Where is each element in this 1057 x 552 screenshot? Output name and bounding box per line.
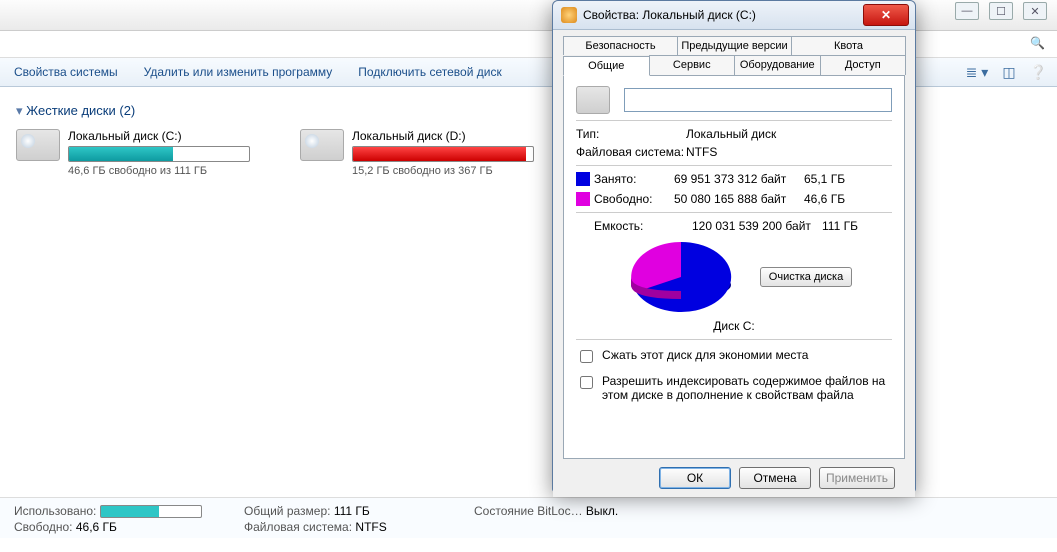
drive-usage-bar: [352, 146, 534, 162]
system-properties-link[interactable]: Свойства системы: [14, 65, 118, 79]
used-mini-bar: [100, 505, 202, 518]
capacity-gb: 111 ГБ: [822, 219, 882, 233]
used-color-swatch: [576, 172, 590, 186]
tab-general[interactable]: Общие: [563, 56, 650, 76]
index-checkbox[interactable]: [580, 376, 593, 389]
disk-cleanup-button[interactable]: Очистка диска: [760, 267, 852, 287]
type-value: Локальный диск: [686, 127, 892, 141]
close-button[interactable]: ✕: [863, 4, 909, 26]
ok-button[interactable]: ОК: [659, 467, 731, 489]
drive-icon: [16, 129, 60, 161]
dialog-title: Свойства: Локальный диск (C:): [583, 8, 756, 22]
drive-icon: [300, 129, 344, 161]
free-bytes: 50 080 165 888 байт: [674, 192, 804, 206]
total-value: 111 ГБ: [334, 504, 370, 518]
tab-quota[interactable]: Квота: [791, 36, 906, 55]
free-label: Свободно:: [594, 192, 674, 206]
search-icon[interactable]: 🔍: [1030, 36, 1045, 50]
help-icon[interactable]: ❔: [1030, 64, 1047, 81]
uninstall-program-link[interactable]: Удалить или изменить программу: [144, 65, 333, 79]
fs-value: NTFS: [686, 145, 892, 159]
drive-free-text: 46,6 ГБ свободно из 111 ГБ: [68, 165, 250, 177]
pie-label: Диск C:: [576, 319, 892, 333]
tab-security[interactable]: Безопасность: [563, 36, 678, 55]
free-label: Свободно:: [14, 520, 73, 534]
tab-panel-general: Тип: Локальный диск Файловая система: NT…: [563, 75, 905, 459]
drive-icon: [576, 86, 610, 114]
used-label: Использовано:: [14, 504, 96, 518]
fs-value: NTFS: [355, 520, 386, 534]
drive-icon: [561, 7, 577, 23]
index-label: Разрешить индексировать содержимое файло…: [602, 374, 892, 402]
bitlocker-value: Выкл.: [586, 504, 618, 518]
used-bytes: 69 951 373 312 байт: [674, 172, 804, 186]
used-gb: 65,1 ГБ: [804, 172, 864, 186]
drive-label: Локальный диск (C:): [68, 129, 250, 143]
apply-button[interactable]: Применить: [819, 467, 895, 489]
capacity-label: Емкость:: [594, 219, 692, 233]
tab-sharing[interactable]: Доступ: [820, 55, 907, 75]
minimize-icon[interactable]: —: [955, 2, 979, 20]
free-gb: 46,6 ГБ: [804, 192, 864, 206]
tab-previous-versions[interactable]: Предыдущие версии: [677, 36, 792, 55]
bitlocker-label: Состояние BitLoc…: [474, 504, 583, 518]
drive-item-c[interactable]: Локальный диск (C:) 46,6 ГБ свободно из …: [16, 129, 250, 177]
used-label: Занято:: [594, 172, 674, 186]
map-network-drive-link[interactable]: Подключить сетевой диск: [358, 65, 501, 79]
maximize-icon[interactable]: ☐: [989, 2, 1013, 20]
index-checkbox-row[interactable]: Разрешить индексировать содержимое файло…: [576, 374, 892, 402]
fs-label: Файловая система:: [244, 520, 352, 534]
compress-checkbox-row[interactable]: Сжать этот диск для экономии места: [576, 348, 892, 366]
close-icon[interactable]: ✕: [1023, 2, 1047, 20]
cancel-button[interactable]: Отмена: [739, 467, 811, 489]
dialog-titlebar[interactable]: Свойства: Локальный диск (C:) ✕: [553, 1, 915, 30]
tab-hardware[interactable]: Оборудование: [734, 55, 821, 75]
properties-dialog: Свойства: Локальный диск (C:) ✕ Безопасн…: [552, 0, 916, 492]
tab-tools[interactable]: Сервис: [649, 55, 736, 75]
view-options-icon[interactable]: ≣ ▾: [966, 64, 989, 81]
usage-pie-chart: [616, 237, 746, 317]
compress-checkbox[interactable]: [580, 350, 593, 363]
drive-label: Локальный диск (D:): [352, 129, 534, 143]
drive-item-d[interactable]: Локальный диск (D:) 15,2 ГБ свободно из …: [300, 129, 534, 177]
compress-label: Сжать этот диск для экономии места: [602, 348, 808, 362]
type-label: Тип:: [576, 127, 686, 141]
drive-usage-bar: [68, 146, 250, 162]
preview-pane-icon[interactable]: ◫: [1002, 64, 1015, 81]
free-color-swatch: [576, 192, 590, 206]
volume-label-input[interactable]: [624, 88, 892, 112]
free-value: 46,6 ГБ: [76, 520, 117, 534]
details-pane: Использовано: Общий размер: 111 ГБ Состо…: [0, 497, 1057, 538]
drive-free-text: 15,2 ГБ свободно из 367 ГБ: [352, 165, 534, 177]
capacity-bytes: 120 031 539 200 байт: [692, 219, 822, 233]
fs-label: Файловая система:: [576, 145, 686, 159]
total-label: Общий размер:: [244, 504, 330, 518]
